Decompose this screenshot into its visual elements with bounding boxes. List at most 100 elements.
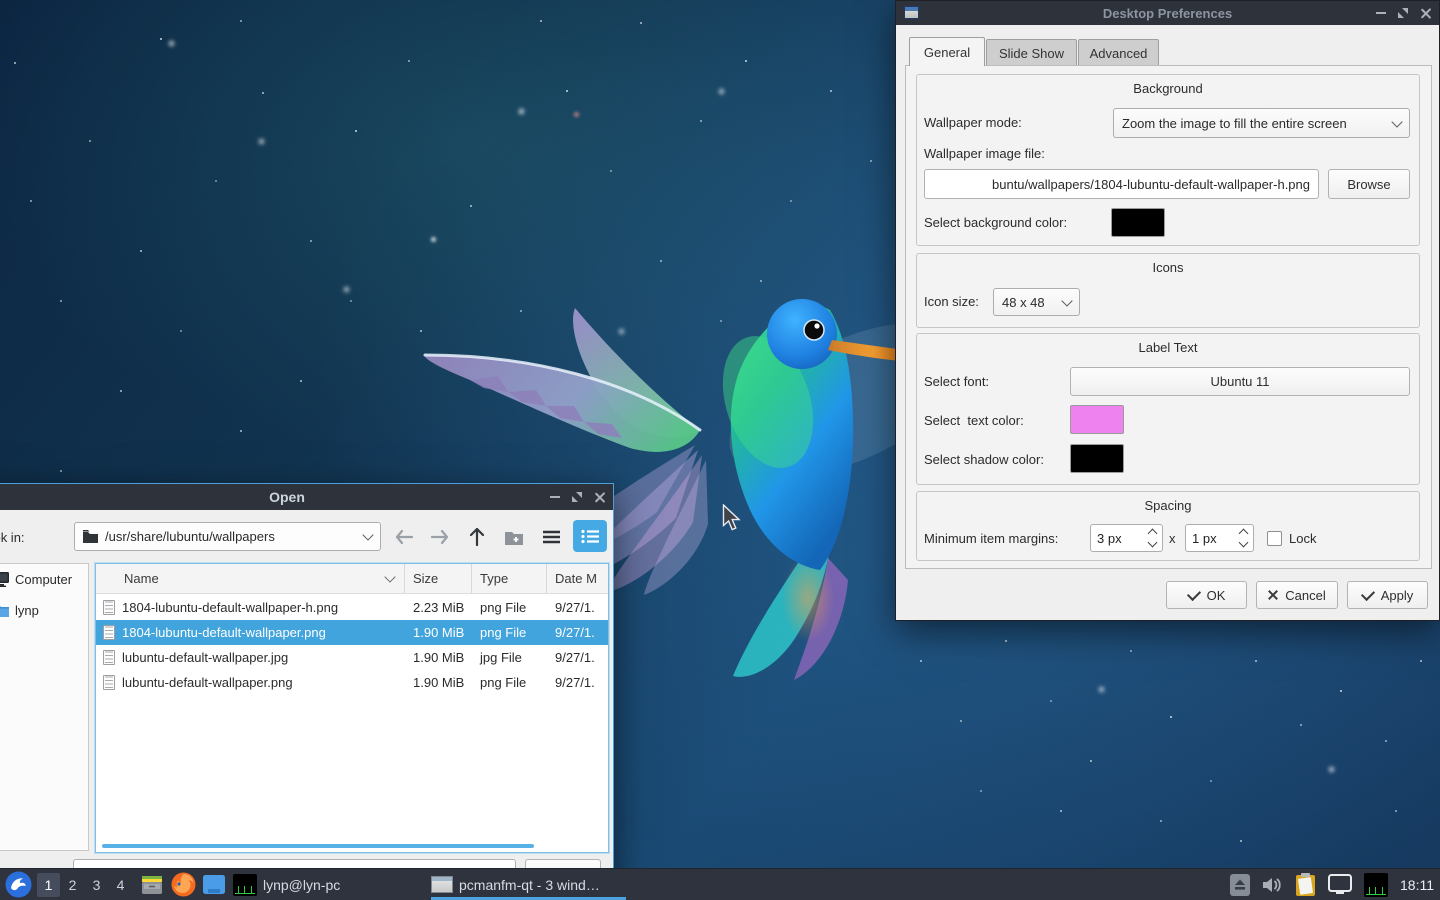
places-sidebar: Computer lynp	[0, 563, 89, 851]
mouse-cursor	[722, 504, 742, 532]
minimize-icon[interactable]	[1376, 12, 1386, 14]
clipboard-icon[interactable]	[1295, 873, 1316, 897]
arrow-left-icon	[394, 529, 414, 545]
window-title: Desktop Preferences	[896, 6, 1439, 21]
spacing-group: Spacing	[916, 491, 1420, 561]
display-icon[interactable]	[1328, 874, 1352, 895]
column-header-name[interactable]: Name	[96, 564, 405, 593]
group-title: Spacing	[917, 498, 1419, 513]
file-list-header: Name Size Type Date M	[96, 564, 608, 594]
file-icon	[103, 675, 115, 690]
volume-icon[interactable]	[1262, 876, 1283, 894]
folder-icon	[83, 530, 98, 543]
new-folder-icon	[504, 529, 524, 546]
table-row[interactable]: lubuntu-default-wallpaper.png 1.90 MiB p…	[96, 670, 608, 695]
back-button[interactable]	[391, 524, 417, 550]
arrow-up-icon	[469, 527, 485, 547]
window-title: Open	[0, 489, 613, 505]
file-icon	[103, 625, 115, 640]
cancel-button[interactable]: Cancel	[1256, 581, 1338, 609]
column-header-date[interactable]: Date M	[547, 564, 608, 593]
icon-size-label: Icon size:	[924, 294, 979, 309]
margins-separator: x	[1169, 531, 1176, 546]
text-color-swatch[interactable]	[1070, 405, 1124, 434]
icons-group: Icons	[916, 253, 1420, 328]
task-terminal[interactable]: lynp@lyn-pc	[233, 869, 429, 900]
restore-icon[interactable]	[572, 492, 582, 502]
wallpaper-mode-select[interactable]: Zoom the image to fill the entire screen	[1113, 108, 1410, 138]
tab-slide-show[interactable]: Slide Show	[986, 39, 1077, 66]
group-title: Background	[917, 81, 1419, 96]
detail-view-button[interactable]	[573, 520, 607, 552]
font-button[interactable]: Ubuntu 11	[1070, 367, 1410, 396]
table-row[interactable]: 1804-lubuntu-default-wallpaper-h.png 2.2…	[96, 595, 608, 620]
apply-button[interactable]: Apply	[1347, 581, 1428, 609]
up-button[interactable]	[464, 524, 490, 550]
lock-checkbox[interactable]	[1267, 531, 1282, 546]
chevron-down-icon	[1391, 116, 1402, 127]
open-dialog-window: Open Look in: /usr/share/lubuntu/wallpap…	[0, 483, 614, 900]
close-icon[interactable]	[594, 492, 605, 503]
compact-view-button[interactable]	[538, 524, 564, 550]
group-title: Label Text	[917, 340, 1419, 355]
pcmanfm-launcher[interactable]	[202, 874, 226, 895]
sidebar-item-home[interactable]: lynp	[0, 597, 88, 623]
task-pcmanfm[interactable]: pcmanfm-qt - 3 wind…	[431, 869, 626, 900]
tab-advanced[interactable]: Advanced	[1078, 39, 1159, 66]
system-monitor-icon[interactable]	[1364, 873, 1388, 897]
margins-label: Minimum item margins:	[924, 531, 1058, 546]
horizontal-scrollbar[interactable]	[102, 844, 534, 848]
workspace-2[interactable]: 2	[61, 873, 84, 897]
system-tray: 18:11	[1230, 873, 1440, 897]
close-icon[interactable]	[1420, 8, 1431, 19]
group-title: Icons	[917, 260, 1419, 275]
column-header-size[interactable]: Size	[405, 564, 472, 593]
arrow-right-icon	[430, 529, 450, 545]
text-color-label: Select text color:	[924, 413, 1024, 428]
computer-icon	[0, 572, 9, 587]
file-icon	[103, 600, 115, 615]
spin-arrows-icon[interactable]	[1240, 530, 1247, 546]
background-color-swatch[interactable]	[1111, 208, 1165, 237]
start-menu-button[interactable]	[5, 871, 32, 898]
ok-button[interactable]: OK	[1166, 581, 1247, 609]
workspace-3[interactable]: 3	[85, 873, 108, 897]
file-manager-launcher[interactable]	[140, 873, 164, 897]
cross-icon	[1268, 590, 1278, 600]
spin-arrows-icon[interactable]	[1149, 530, 1156, 546]
chevron-down-icon	[1061, 295, 1072, 306]
eject-tray-icon[interactable]	[1230, 874, 1250, 896]
home-folder-icon	[0, 603, 9, 617]
list-icon	[543, 530, 560, 544]
detail-list-icon	[581, 529, 599, 544]
workspace-4[interactable]: 4	[109, 873, 132, 897]
browse-button[interactable]: Browse	[1328, 169, 1410, 199]
column-header-type[interactable]: Type	[472, 564, 547, 593]
lock-label: Lock	[1289, 531, 1316, 546]
path-select[interactable]: /usr/share/lubuntu/wallpapers	[74, 522, 381, 551]
minimize-icon[interactable]	[550, 496, 560, 498]
desktop-preferences-titlebar[interactable]: Desktop Preferences	[896, 1, 1439, 25]
window-icon	[431, 876, 453, 893]
clock[interactable]: 18:11	[1400, 877, 1434, 893]
table-row[interactable]: lubuntu-default-wallpaper.jpg 1.90 MiB j…	[96, 645, 608, 670]
tab-general[interactable]: General	[909, 37, 985, 66]
shadow-color-swatch[interactable]	[1070, 444, 1124, 473]
file-list: Name Size Type Date M 1804-lubuntu-defau…	[95, 563, 609, 853]
look-in-label: Look in:	[0, 530, 25, 545]
check-icon	[1187, 586, 1201, 600]
forward-button[interactable]	[427, 524, 453, 550]
table-row-selected[interactable]: 1804-lubuntu-default-wallpaper.png 1.90 …	[96, 620, 608, 645]
margin-y-spinbox[interactable]: 1 px	[1185, 524, 1254, 552]
margin-x-spinbox[interactable]: 3 px	[1090, 524, 1163, 552]
check-icon	[1361, 586, 1375, 600]
workspace-1[interactable]: 1	[37, 873, 60, 897]
sidebar-item-computer[interactable]: Computer	[0, 566, 88, 592]
wallpaper-file-input[interactable]: buntu/wallpapers/1804-lubuntu-default-wa…	[924, 169, 1319, 199]
icon-size-select[interactable]: 48 x 48	[993, 288, 1080, 316]
open-dialog-titlebar[interactable]: Open	[0, 484, 613, 510]
restore-icon[interactable]	[1398, 8, 1408, 18]
workspace-pager: 1 2 3 4	[36, 873, 132, 897]
firefox-launcher[interactable]	[171, 872, 196, 897]
new-folder-button[interactable]	[501, 524, 527, 550]
